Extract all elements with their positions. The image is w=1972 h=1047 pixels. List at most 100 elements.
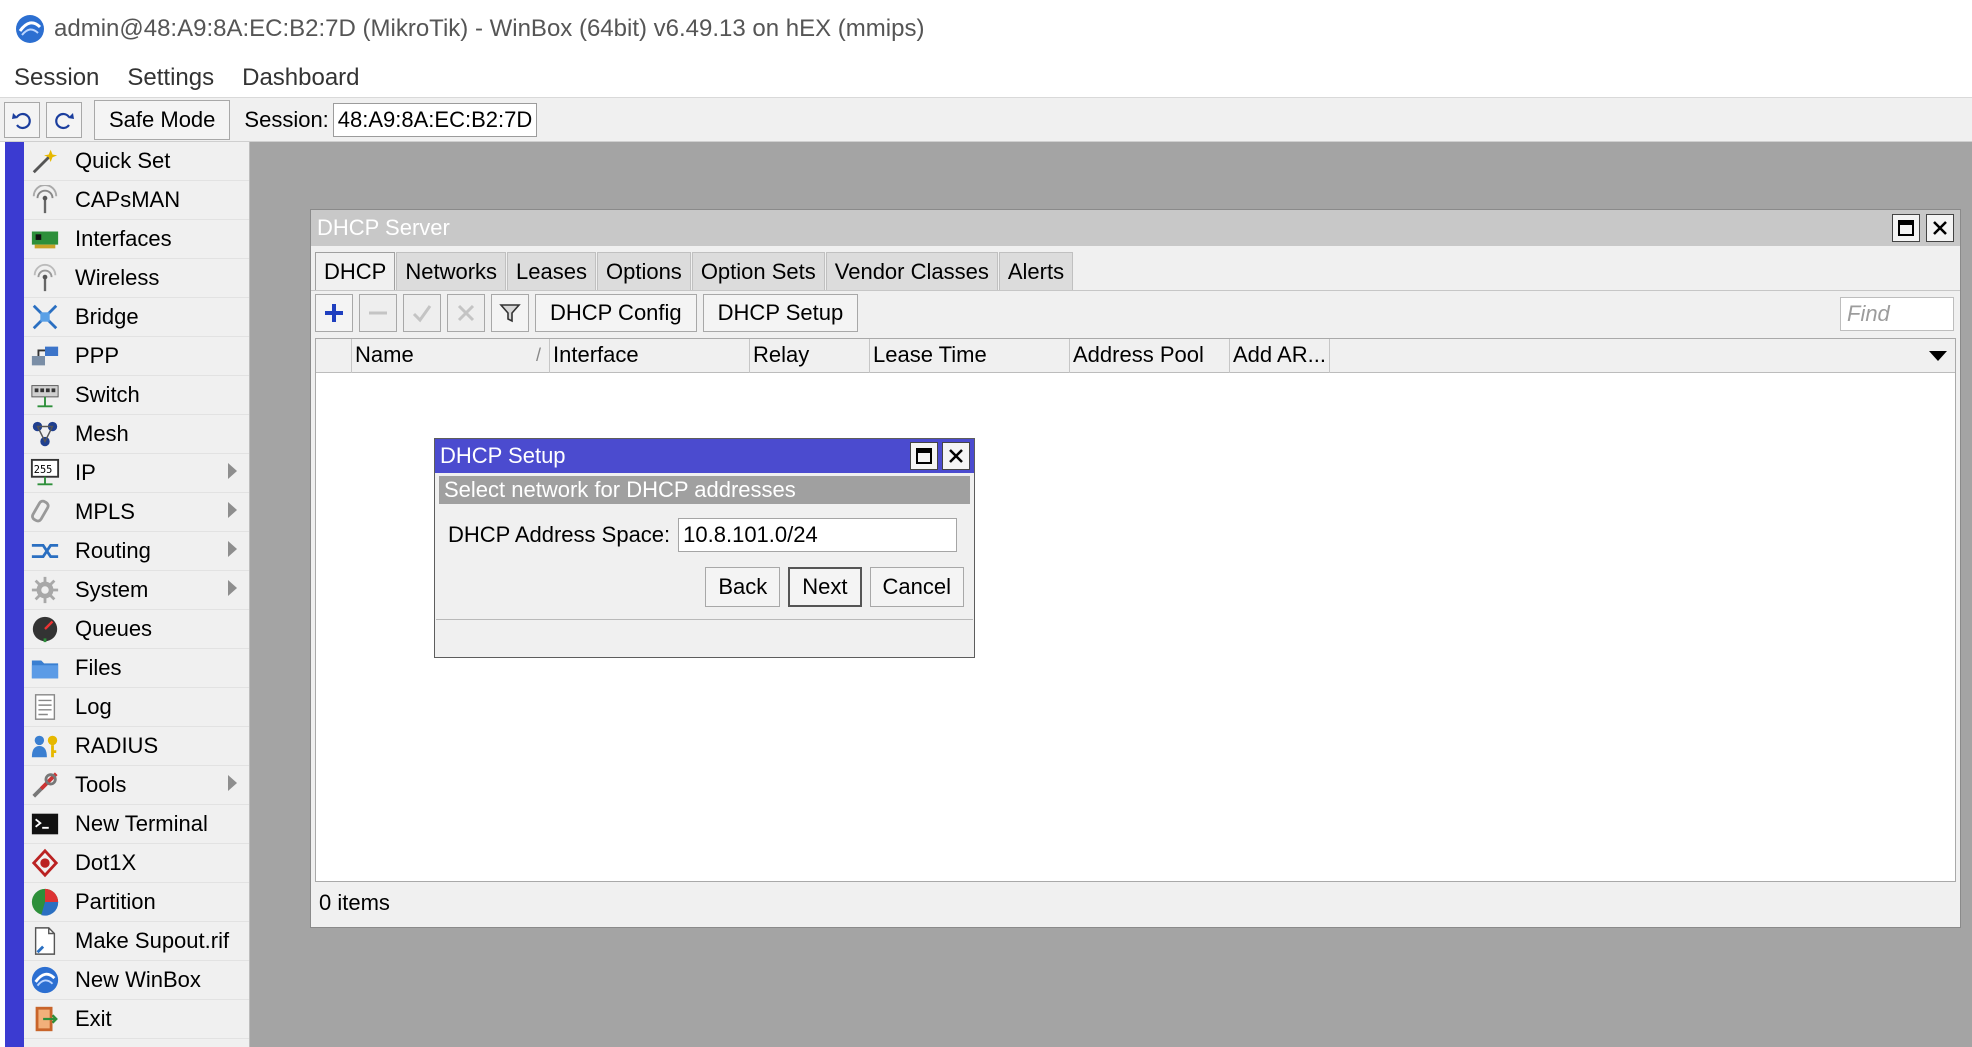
- sidebar-item-capsman[interactable]: CAPsMAN: [24, 181, 249, 220]
- tab-option-sets[interactable]: Option Sets: [691, 252, 825, 290]
- session-label: Session:: [244, 106, 329, 132]
- back-button[interactable]: Back: [705, 567, 781, 607]
- tools-icon: [29, 769, 61, 801]
- exit-icon: [29, 1003, 61, 1035]
- sidebar-item-ppp[interactable]: PPP: [24, 337, 249, 376]
- sidebar-item-bridge[interactable]: Bridge: [24, 298, 249, 337]
- dhcp-server-title: DHCP Server: [317, 215, 450, 240]
- sidebar-item-make-supout-rif[interactable]: Make Supout.rif: [24, 922, 249, 961]
- ppp-icon: [29, 340, 61, 372]
- session-value-field[interactable]: 48:A9:8A:EC:B2:7D: [332, 102, 538, 137]
- wireless-icon: [29, 262, 61, 294]
- safe-mode-button[interactable]: Safe Mode: [94, 99, 231, 140]
- sidebar-item-switch[interactable]: Switch: [24, 376, 249, 415]
- winbox-logo-icon: [16, 15, 44, 43]
- dhcp-setup-titlebar[interactable]: DHCP Setup: [435, 439, 974, 473]
- menu-dashboard[interactable]: Dashboard: [228, 58, 373, 98]
- folder-icon: [29, 652, 61, 684]
- sidebar-item-label: Tools: [75, 772, 127, 797]
- undo-button[interactable]: [4, 101, 40, 138]
- window-title: admin@48:A9:8A:EC:B2:7D (MikroTik) - Win…: [54, 15, 925, 42]
- menu-session[interactable]: Session: [0, 58, 113, 98]
- dhcp-setup-dialog: DHCP Setup Select network for DHCP addre…: [434, 438, 975, 658]
- column-dropdown-icon[interactable]: [1929, 351, 1947, 361]
- sidebar-item-label: Routing: [75, 538, 151, 563]
- maximize-button[interactable]: [1892, 214, 1920, 242]
- remove-button[interactable]: [359, 293, 397, 332]
- close-icon: [949, 449, 963, 463]
- sidebar-item-queues[interactable]: Queues: [24, 610, 249, 649]
- dialog-status-bar: [436, 619, 973, 656]
- address-space-input[interactable]: 10.8.101.0/24: [678, 518, 958, 552]
- sidebar-item-files[interactable]: Files: [24, 649, 249, 688]
- dhcp-config-button[interactable]: DHCP Config: [535, 293, 697, 332]
- tab-options[interactable]: Options: [596, 252, 691, 290]
- column-relay[interactable]: Relay: [750, 339, 870, 373]
- sidebar-item-radius[interactable]: RADIUS: [24, 727, 249, 766]
- x-icon: [457, 304, 475, 321]
- tab-networks[interactable]: Networks: [396, 252, 507, 290]
- sidebar-item-interfaces[interactable]: Interfaces: [24, 220, 249, 259]
- redo-button[interactable]: [46, 101, 82, 138]
- dialog-maximize-button[interactable]: [910, 442, 938, 470]
- menu-settings[interactable]: Settings: [113, 58, 228, 98]
- sidebar-item-label: Dot1X: [75, 850, 137, 875]
- column-add-arp[interactable]: Add AR...: [1230, 339, 1330, 373]
- sidebar-item-new-winbox[interactable]: New WinBox: [24, 961, 249, 1000]
- check-icon: [412, 304, 432, 322]
- sidebar-item-ip[interactable]: 255 IP: [24, 454, 249, 493]
- enable-button[interactable]: [403, 293, 441, 332]
- sidebar-item-dot1x[interactable]: Dot1X: [24, 844, 249, 883]
- sidebar-item-label: Quick Set: [75, 148, 171, 173]
- dialog-close-button[interactable]: [942, 442, 970, 470]
- tab-vendor-classes[interactable]: Vendor Classes: [825, 252, 998, 290]
- tab-leases[interactable]: Leases: [507, 252, 596, 290]
- sidebar-item-label: Bridge: [75, 304, 139, 329]
- column-interface[interactable]: Interface: [550, 339, 750, 373]
- sidebar-item-tools[interactable]: Tools: [24, 766, 249, 805]
- sidebar-item-partition[interactable]: Partition: [24, 883, 249, 922]
- sidebar-item-label: RADIUS: [75, 733, 159, 758]
- sidebar-strip: [5, 142, 24, 1047]
- tab-alerts[interactable]: Alerts: [998, 252, 1074, 290]
- column-address-pool[interactable]: Address Pool: [1070, 339, 1230, 373]
- sidebar-item-quick-set[interactable]: Quick Set: [24, 142, 249, 181]
- close-button[interactable]: [1926, 214, 1954, 242]
- radius-icon: [29, 730, 61, 762]
- sidebar-item-routing[interactable]: Routing: [24, 532, 249, 571]
- sidebar-item-mesh[interactable]: Mesh: [24, 415, 249, 454]
- disable-button[interactable]: [447, 293, 485, 332]
- sidebar-item-new-terminal[interactable]: New Terminal: [24, 805, 249, 844]
- sidebar-item-label: Mesh: [75, 421, 129, 446]
- dhcp-setup-button[interactable]: DHCP Setup: [702, 293, 859, 332]
- antenna-icon: [29, 184, 61, 216]
- sidebar-item-label: System: [75, 577, 149, 602]
- close-icon: [1933, 221, 1947, 235]
- filter-button[interactable]: [491, 293, 529, 332]
- minus-icon: [369, 311, 387, 314]
- gauge-icon: [29, 613, 61, 645]
- svg-text:255: 255: [34, 464, 53, 476]
- dhcp-server-titlebar[interactable]: DHCP Server: [311, 210, 1960, 246]
- column-lease-time[interactable]: Lease Time: [870, 339, 1070, 373]
- sidebar-item-system[interactable]: System: [24, 571, 249, 610]
- column-name[interactable]: Name /: [352, 339, 550, 373]
- address-space-label: DHCP Address Space:: [448, 522, 671, 547]
- column-selector[interactable]: [316, 339, 352, 373]
- add-button[interactable]: [315, 293, 353, 332]
- redo-icon: [55, 112, 74, 129]
- submenu-arrow-icon: [228, 502, 237, 518]
- sidebar-item-wireless[interactable]: Wireless: [24, 259, 249, 298]
- tab-dhcp[interactable]: DHCP: [315, 252, 396, 290]
- address-space-row: DHCP Address Space: 10.8.101.0/24: [435, 518, 974, 552]
- find-input[interactable]: Find: [1840, 297, 1954, 331]
- dhcp-toolbar: DHCP Config DHCP Setup: [311, 290, 1960, 334]
- sidebar-item-log[interactable]: Log: [24, 688, 249, 727]
- document-icon: [29, 925, 61, 957]
- dhcp-tabs: DHCP Networks Leases Options Option Sets…: [311, 246, 1960, 290]
- sidebar-item-mpls[interactable]: MPLS: [24, 493, 249, 532]
- sidebar-item-exit[interactable]: Exit: [24, 1000, 249, 1039]
- cancel-button[interactable]: Cancel: [869, 567, 964, 607]
- next-button[interactable]: Next: [788, 567, 862, 607]
- column-name-label: Name: [355, 342, 414, 367]
